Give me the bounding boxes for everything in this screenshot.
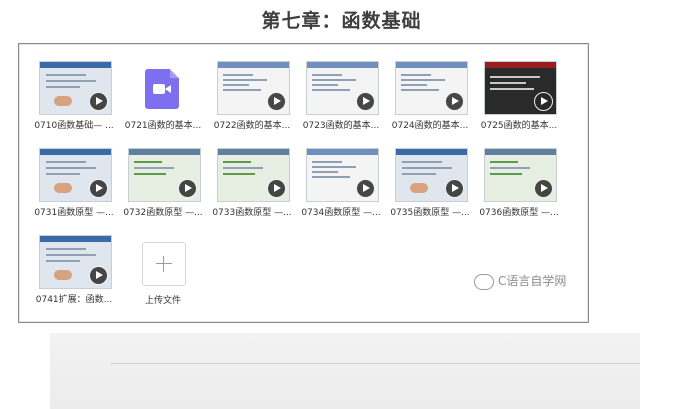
file-tile[interactable]: 0736函数原型 —... — [475, 148, 563, 238]
video-thumbnail[interactable] — [128, 148, 201, 202]
file-tile[interactable]: 0741扩展：函数... — [30, 235, 118, 325]
plus-icon[interactable] — [142, 242, 186, 286]
divider — [110, 363, 640, 364]
play-icon[interactable] — [534, 92, 553, 111]
file-name: 0732函数原型 —... — [123, 208, 203, 218]
file-tile[interactable]: 0735函数原型 —... — [386, 148, 474, 238]
video-thumbnail[interactable] — [395, 148, 468, 202]
play-icon[interactable] — [445, 92, 464, 111]
video-thumbnail[interactable] — [217, 61, 290, 115]
play-icon[interactable] — [356, 92, 375, 111]
video-thumbnail[interactable] — [306, 148, 379, 202]
file-grid-panel: 0710函数基础— ... 0721函数的基本... 0722函数的基本... 072… — [18, 43, 589, 323]
play-icon[interactable] — [267, 179, 286, 198]
file-tile[interactable]: 0723函数的基本... — [297, 61, 385, 151]
file-name: 0733函数原型 —... — [212, 208, 292, 218]
file-tile[interactable]: 0724函数的基本... — [386, 61, 474, 151]
video-thumbnail[interactable] — [306, 61, 379, 115]
file-name: 0723函数的基本... — [302, 121, 380, 131]
page-title: 第七章：函数基础 — [261, 10, 422, 32]
file-name: 0736函数原型 —... — [479, 208, 559, 218]
upload-file-tile[interactable]: 上传文件 — [119, 242, 207, 332]
watermark-text: C语言自学网 — [498, 274, 567, 288]
video-thumbnail[interactable] — [395, 61, 468, 115]
file-tile[interactable]: 0734函数原型 —... — [297, 148, 385, 238]
file-name: 0725函数的基本... — [480, 121, 558, 131]
file-name: 0710函数基础— ... — [34, 121, 114, 131]
wechat-icon — [474, 273, 494, 290]
play-icon[interactable] — [178, 179, 197, 198]
video-thumbnail[interactable] — [484, 148, 557, 202]
play-icon[interactable] — [534, 179, 553, 198]
file-tile[interactable]: 0733函数原型 —... — [208, 148, 296, 238]
video-thumbnail[interactable] — [217, 148, 290, 202]
file-name: 0721函数的基本... — [124, 121, 202, 131]
file-tile[interactable]: 0722函数的基本... — [208, 61, 296, 151]
file-name: 0724函数的基本... — [391, 121, 469, 131]
file-tile[interactable]: 0731函数原型 —... — [30, 148, 118, 238]
play-icon[interactable] — [445, 179, 464, 198]
file-tile[interactable]: 0725函数的基本... — [475, 61, 563, 151]
file-name: 0735函数原型 —... — [390, 208, 470, 218]
video-thumbnail[interactable] — [484, 61, 557, 115]
bottom-bar — [50, 333, 640, 409]
play-icon[interactable] — [89, 92, 108, 111]
play-icon[interactable] — [89, 266, 108, 285]
upload-label: 上传文件 — [144, 296, 181, 306]
file-tile[interactable]: 0721函数的基本... — [119, 61, 207, 151]
file-name: 0731函数原型 —... — [34, 208, 114, 218]
watermark: C语言自学网 — [474, 272, 566, 290]
video-thumbnail[interactable] — [39, 61, 112, 115]
file-name: 0722函数的基本... — [213, 121, 291, 131]
play-icon[interactable] — [267, 92, 286, 111]
file-name: 0734函数原型 —... — [301, 208, 381, 218]
play-icon[interactable] — [89, 179, 108, 198]
video-thumbnail[interactable] — [39, 148, 112, 202]
file-tile[interactable]: 0732函数原型 —... — [119, 148, 207, 238]
file-name: 0741扩展：函数... — [35, 295, 113, 305]
video-thumbnail[interactable] — [39, 235, 112, 289]
play-icon[interactable] — [356, 179, 375, 198]
video-file-icon — [145, 69, 179, 109]
file-tile[interactable]: 0710函数基础— ... — [30, 61, 118, 151]
